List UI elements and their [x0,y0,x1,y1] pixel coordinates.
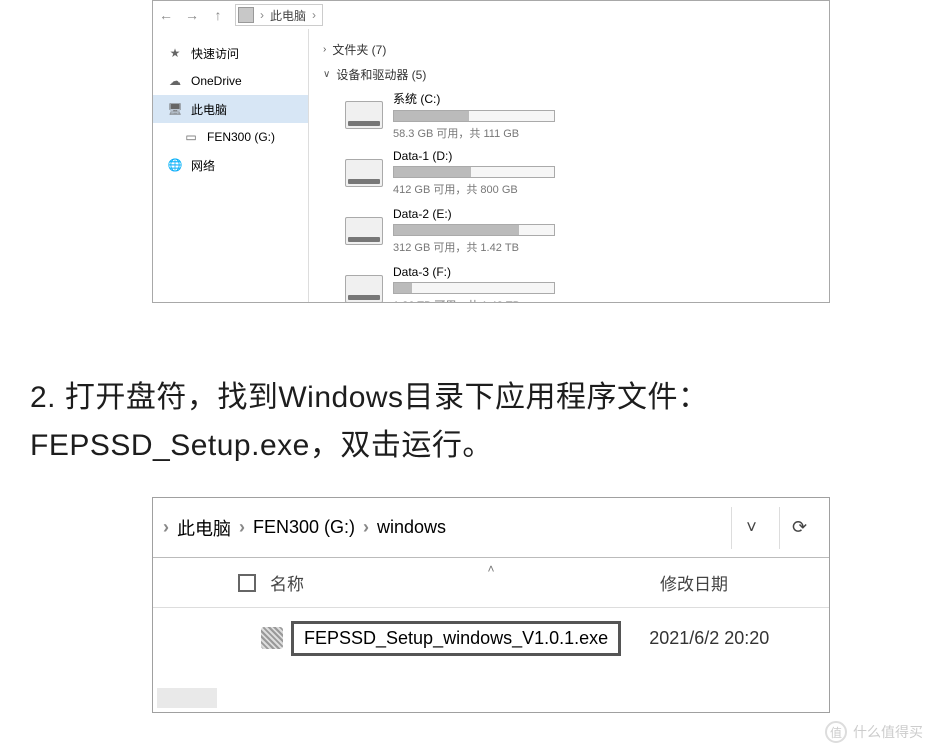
dropdown-button[interactable]: ˅ [731,507,771,549]
exe-icon [261,627,283,649]
nav-forward-button[interactable]: → [179,7,205,23]
address-bar: ← → ↑ › 此电脑 › [153,1,829,29]
cloud-icon: ☁ [167,73,183,89]
watermark: 值 什么值得买 [825,721,923,743]
sidebar-item-label: 此电脑 [191,101,227,118]
nav-up-button[interactable]: ↑ [205,7,231,23]
drive-capacity: 1.26 TB 可用，共 1.42 TB [393,297,565,302]
drive-icon [345,101,383,129]
drive-capacity: 312 GB 可用，共 1.42 TB [393,239,565,255]
drive-icon: ▭ [183,129,199,145]
drive-icon [345,159,383,187]
computer-icon: 🖥 [167,101,183,117]
watermark-icon: 值 [825,721,847,743]
drive-item[interactable]: Data-2 (E:) 312 GB 可用，共 1.42 TB [339,203,571,259]
star-icon: ★ [167,45,183,61]
sidebar-item-label: OneDrive [191,74,242,88]
sidebar-item-label: 快速访问 [191,45,239,62]
breadcrumb[interactable]: › 此电脑 › [235,4,323,26]
explorer-window-2: › 此电脑 › FEN300 (G:) › windows ˅ ⟳ ˄ 名称 修… [152,497,830,713]
drive-icon [345,275,383,302]
usage-bar [393,224,555,236]
chevron-right-icon: › [260,8,264,22]
usage-bar [393,282,555,294]
sidebar-item-onedrive[interactable]: ☁ OneDrive [153,67,308,95]
sidebar-item-drive-fen300[interactable]: ▭ FEN300 (G:) [153,123,308,151]
file-modified-date: 2021/6/2 20:20 [649,628,769,649]
group-label: 文件夹 (7) [332,41,386,58]
address-bar[interactable]: › 此电脑 › FEN300 (G:) › windows ˅ ⟳ [153,498,829,558]
sidebar-item-label: 网络 [191,157,215,174]
usage-bar [393,110,555,122]
drive-item[interactable]: Data-1 (D:) 412 GB 可用，共 800 GB [339,145,571,201]
chevron-right-icon: › [323,44,326,55]
group-drives[interactable]: ∨ 设备和驱动器 (5) [315,62,829,87]
drive-item[interactable]: Data-3 (F:) 1.26 TB 可用，共 1.42 TB [339,261,571,302]
breadcrumb-this-pc[interactable]: 此电脑 [177,515,231,541]
drive-capacity: 58.3 GB 可用，共 111 GB [393,125,565,141]
drive-icon [345,217,383,245]
watermark-text: 什么值得买 [853,722,923,742]
sidebar-item-quick-access[interactable]: ★ 快速访问 [153,39,308,67]
breadcrumb-drive[interactable]: FEN300 (G:) [253,517,355,538]
explorer-window-1: ← → ↑ › 此电脑 › ★ 快速访问 ☁ OneDrive 🖥 此电脑 ▭ [152,0,830,303]
drive-name: Data-2 (E:) [393,207,565,221]
status-bar [157,688,217,708]
chevron-down-icon: ∨ [323,69,330,80]
instruction-text: 2. 打开盘符，找到Windows目录下应用程序文件：FEPSSD_Setup.… [30,374,890,470]
chevron-right-icon: › [312,8,316,22]
sort-indicator-icon: ˄ [487,562,494,576]
select-all-checkbox[interactable] [238,574,256,592]
file-name-selected[interactable]: FEPSSD_Setup_windows_V1.0.1.exe [291,621,621,656]
sidebar-item-label: FEN300 (G:) [207,130,275,144]
network-icon: 🌐 [167,157,183,173]
drive-list: 系统 (C:) 58.3 GB 可用，共 111 GB Data-1 (D:) … [315,87,805,302]
column-header-row: ˄ 名称 修改日期 [153,558,829,608]
chevron-right-icon: › [163,517,169,538]
column-header-name[interactable]: 名称 [270,570,660,595]
sidebar-item-this-pc[interactable]: 🖥 此电脑 [153,95,308,123]
drive-name: Data-3 (F:) [393,265,565,279]
explorer-content: › 文件夹 (7) ∨ 设备和驱动器 (5) 系统 (C:) 58.3 GB 可… [309,29,829,302]
sidebar-item-network[interactable]: 🌐 网络 [153,151,308,179]
usage-bar [393,166,555,178]
drive-name: 系统 (C:) [393,90,565,107]
chevron-right-icon: › [363,517,369,538]
chevron-right-icon: › [239,517,245,538]
sidebar: ★ 快速访问 ☁ OneDrive 🖥 此电脑 ▭ FEN300 (G:) 🌐 … [153,29,309,302]
computer-icon [238,7,254,23]
drive-item[interactable]: 系统 (C:) 58.3 GB 可用，共 111 GB [339,87,571,143]
refresh-button[interactable]: ⟳ [779,507,819,549]
column-header-date[interactable]: 修改日期 [660,570,728,595]
group-label: 设备和驱动器 (5) [336,66,426,83]
file-row[interactable]: FEPSSD_Setup_windows_V1.0.1.exe 2021/6/2… [153,608,829,668]
breadcrumb-folder[interactable]: windows [377,517,446,538]
breadcrumb-label: 此电脑 [270,7,306,24]
nav-back-button[interactable]: ← [153,7,179,23]
drive-capacity: 412 GB 可用，共 800 GB [393,181,565,197]
group-folders[interactable]: › 文件夹 (7) [315,37,829,62]
drive-name: Data-1 (D:) [393,149,565,163]
